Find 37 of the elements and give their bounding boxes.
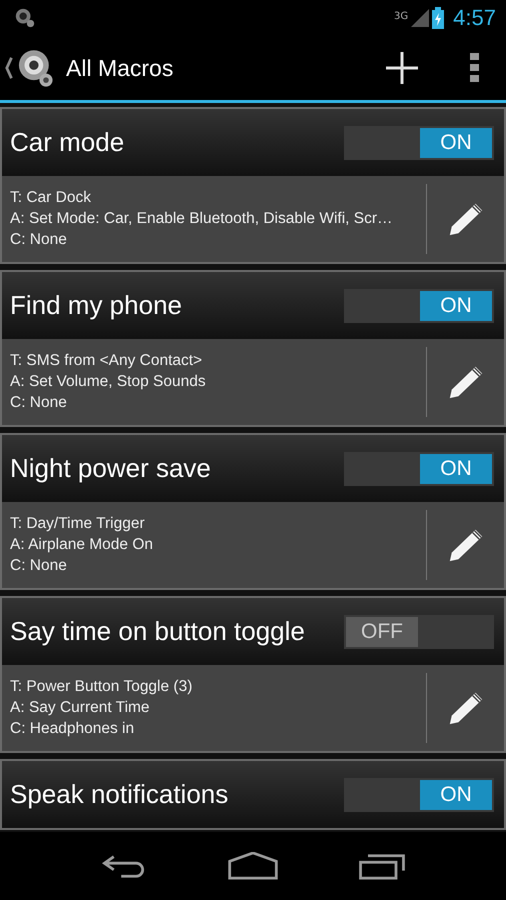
screen-title: All Macros <box>66 54 174 82</box>
macro-name: Car mode <box>10 127 124 158</box>
macro-name: Night power save <box>10 453 211 484</box>
constraints-text: C: None <box>10 557 68 575</box>
macro-toggle[interactable]: ON <box>344 778 494 812</box>
macro-name: Find my phone <box>10 290 182 321</box>
toggle-label: ON <box>420 780 492 810</box>
constraints-text: C: Headphones in <box>10 720 136 738</box>
toggle-label: OFF <box>346 616 418 646</box>
trigger-text: T: Day/Time Trigger <box>10 515 146 533</box>
macro-toggle[interactable]: ON <box>344 126 494 160</box>
toggle-label: ON <box>420 290 492 320</box>
macro-name: Say time on button toggle <box>10 616 305 647</box>
macro-toggle[interactable]: ON <box>344 452 494 486</box>
macro-toggle[interactable]: ON <box>344 288 494 322</box>
toggle-label: ON <box>420 128 492 158</box>
add-button[interactable] <box>384 50 420 86</box>
signal-icon <box>411 9 430 27</box>
actions-text: A: Set Volume, Stop Sounds <box>10 373 207 391</box>
macro-toggle[interactable]: OFF <box>344 614 494 648</box>
overflow-menu-button[interactable] <box>470 53 480 83</box>
clock-time: 4:57 <box>453 5 496 31</box>
network-label: 3G <box>394 11 408 22</box>
actions-text: A: Set Mode: Car, Enable Bluetooth, Disable Wifi, Scr… <box>10 210 394 228</box>
actions-text: A: Say Current Time <box>10 699 151 717</box>
constraints-text: C: None <box>10 231 68 249</box>
macro-name: Speak notifications <box>10 779 228 810</box>
trigger-text: T: Power Button Toggle (3) <box>10 678 194 696</box>
trigger-text: T: Car Dock <box>10 189 92 207</box>
battery-icon <box>432 7 444 29</box>
constraints-text: C: None <box>10 394 68 412</box>
gear-icon <box>14 7 36 29</box>
toggle-label: ON <box>420 454 492 484</box>
home-button[interactable] <box>226 852 279 880</box>
recent-apps-button[interactable] <box>358 852 406 880</box>
trigger-text: T: SMS from <Any Contact> <box>10 352 204 370</box>
actions-text: A: Airplane Mode On <box>10 536 154 554</box>
